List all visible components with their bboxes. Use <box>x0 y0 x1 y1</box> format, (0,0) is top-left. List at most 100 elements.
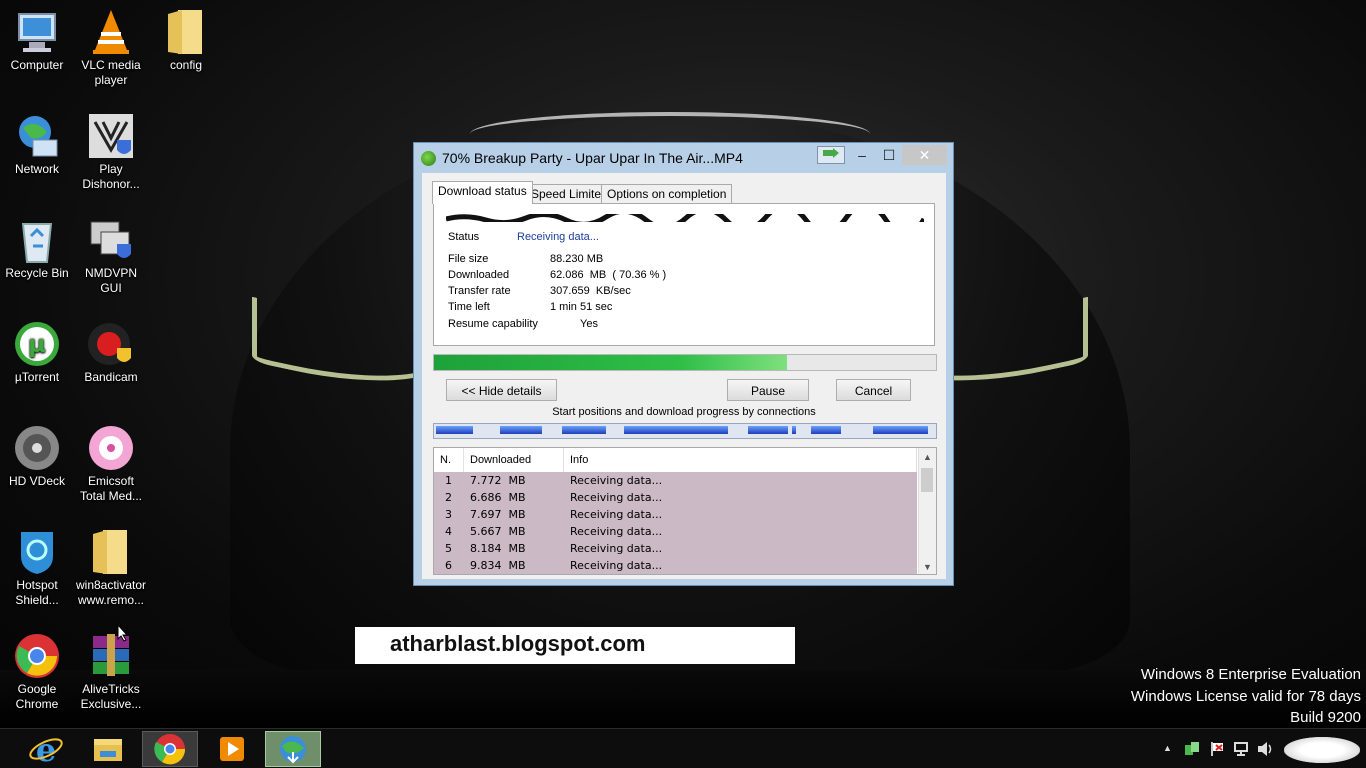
taskbar-idm[interactable] <box>265 731 321 767</box>
icon-label: Recycle Bin <box>5 266 69 280</box>
emicsoft-icon <box>87 424 135 472</box>
status-label: Status <box>448 231 480 243</box>
computer-icon <box>13 8 61 56</box>
column-header-downloaded[interactable]: Downloaded <box>464 448 564 472</box>
vpn-icon <box>87 216 135 264</box>
desktop-icon-google-chrome[interactable]: Google Chrome <box>0 632 74 712</box>
icon-label: Hotspot Shield... <box>15 578 59 607</box>
desktop-icon-computer[interactable]: Computer <box>0 8 74 73</box>
row-downloaded: 5.667 MB <box>470 525 526 538</box>
volume-icon[interactable] <box>1256 741 1274 760</box>
close-button[interactable]: ✕ <box>902 145 947 165</box>
network-tray-icon[interactable] <box>1184 741 1200 760</box>
tab-options-on-completion[interactable]: Options on completion <box>601 184 733 203</box>
transfer-rate-label: Transfer rate <box>448 285 511 297</box>
row-n: 3 <box>445 508 452 521</box>
network-status-icon[interactable] <box>1233 741 1249 760</box>
downloaded-value: 62.086 MB ( 70.36 % ) <box>550 269 667 281</box>
tab-download-status[interactable]: Download status <box>432 181 533 204</box>
icon-label: AliveTricks Exclusive... <box>80 682 142 711</box>
action-center-icon[interactable] <box>1209 741 1225 760</box>
media-player-icon <box>220 737 244 761</box>
progress-fill <box>434 355 788 370</box>
pause-button[interactable]: Pause <box>727 379 809 401</box>
row-n: 4 <box>445 525 452 538</box>
icon-label: HD VDeck <box>8 474 65 488</box>
windows-edition-text: Windows 8 Enterprise Evaluation <box>1140 666 1361 683</box>
column-header-n[interactable]: N. <box>434 448 464 472</box>
desktop-icon-hotspot-shield[interactable]: Hotspot Shield... <box>0 528 74 608</box>
show-hidden-icons[interactable]: ▲ <box>1163 743 1172 753</box>
row-downloaded: 6.686 MB <box>470 491 526 504</box>
icon-label: config <box>169 58 203 72</box>
connections-table[interactable]: N. Downloaded Info 1 7.772 MB Receiving da… <box>433 447 937 575</box>
table-row[interactable]: 2 6.686 MB Receiving data... <box>434 489 917 506</box>
desktop-icon-win8activator[interactable]: win8activator www.remo... <box>74 528 148 608</box>
time-left-value: 1 min 51 sec <box>550 301 613 313</box>
table-row[interactable]: 6 9.834 MB Receiving data... <box>434 557 917 574</box>
connection-segment <box>792 426 796 434</box>
svg-text:µ: µ <box>28 330 46 358</box>
desktop-icon-utorrent[interactable]: µ µTorrent <box>0 320 74 385</box>
minimize-to-tray-button[interactable] <box>817 146 845 164</box>
desktop-icon-play-dishonored[interactable]: Play Dishonor... <box>74 112 148 192</box>
folder-icon <box>162 8 210 56</box>
column-header-info[interactable]: Info <box>564 448 917 472</box>
row-info: Receiving data... <box>570 542 663 555</box>
internet-explorer-icon: e <box>29 731 63 768</box>
table-row[interactable]: 1 7.772 MB Receiving data... <box>434 472 917 489</box>
desktop-icon-bandicam[interactable]: Bandicam <box>74 320 148 385</box>
connection-segment <box>748 426 788 434</box>
minimize-button[interactable]: – <box>850 145 874 165</box>
icon-label: Network <box>14 162 59 176</box>
row-n: 5 <box>445 542 452 555</box>
build-text: Build 9200 <box>1290 709 1361 726</box>
maximize-button[interactable]: ☐ <box>877 145 901 165</box>
icon-label: Emicsoft Total Med... <box>79 474 143 503</box>
desktop-icon-hd-vdeck[interactable]: HD VDeck <box>0 424 74 489</box>
row-n: 6 <box>445 559 452 572</box>
icon-label: VLC media player <box>81 58 141 87</box>
table-row[interactable]: 4 5.667 MB Receiving data... <box>434 523 917 540</box>
file-size-value: 88.230 MB <box>550 253 604 265</box>
row-info: Receiving data... <box>570 474 663 487</box>
taskbar-media-player[interactable] <box>204 731 260 767</box>
row-info: Receiving data... <box>570 508 663 521</box>
taskbar-internet-explorer[interactable]: e <box>18 731 74 768</box>
chrome-icon <box>13 632 61 680</box>
transfer-rate-value: 307.659 KB/sec <box>550 285 631 297</box>
connections-progress-bar <box>433 423 937 439</box>
cancel-button[interactable]: Cancel <box>836 379 911 401</box>
tab-speed-limiter[interactable]: Speed Limiter <box>525 184 612 203</box>
desktop-icon-config[interactable]: config <box>149 8 223 73</box>
downloaded-label: Downloaded <box>448 269 510 281</box>
scroll-thumb[interactable] <box>921 468 933 492</box>
desktop-icon-emicsoft[interactable]: Emicsoft Total Med... <box>74 424 148 504</box>
desktop-background: Computer Network Recycle Bin µ µTorrent … <box>0 0 1366 728</box>
desktop-icon-recycle-bin[interactable]: Recycle Bin <box>0 216 74 281</box>
taskbar: e ▲ <box>0 728 1366 768</box>
banner-text: atharblast.blogspot.com <box>390 631 646 656</box>
taskbar-google-chrome[interactable] <box>142 731 198 767</box>
desktop-icon-vlc[interactable]: VLC media player <box>74 8 148 88</box>
icon-label: Computer <box>10 58 64 72</box>
table-scrollbar[interactable]: ▲ ▼ <box>918 448 936 574</box>
hide-details-button[interactable]: << Hide details <box>446 379 557 401</box>
table-row[interactable]: 5 8.184 MB Receiving data... <box>434 540 917 557</box>
redacted-clock[interactable] <box>1284 737 1360 763</box>
scroll-down-icon[interactable]: ▼ <box>919 562 936 572</box>
table-row[interactable]: 3 7.697 MB Receiving data... <box>434 506 917 523</box>
bandicam-icon <box>87 320 135 368</box>
row-n: 2 <box>445 491 452 504</box>
recycle-bin-icon <box>13 216 61 264</box>
scroll-up-icon[interactable]: ▲ <box>919 452 936 462</box>
icon-label: µTorrent <box>14 370 60 384</box>
window-client-area: Download status Speed Limiter Options on… <box>422 173 946 579</box>
desktop-icon-alivetricks[interactable]: AliveTricks Exclusive... <box>74 632 148 712</box>
taskbar-file-explorer[interactable] <box>80 731 136 767</box>
status-value: Receiving data... <box>517 231 599 243</box>
vlc-icon <box>87 8 135 56</box>
desktop-icon-nmdvpn[interactable]: NMDVPN GUI <box>74 216 148 296</box>
desktop-icon-network[interactable]: Network <box>0 112 74 177</box>
window-titlebar[interactable]: 70% Breakup Party - Upar Upar In The Air… <box>414 143 953 173</box>
